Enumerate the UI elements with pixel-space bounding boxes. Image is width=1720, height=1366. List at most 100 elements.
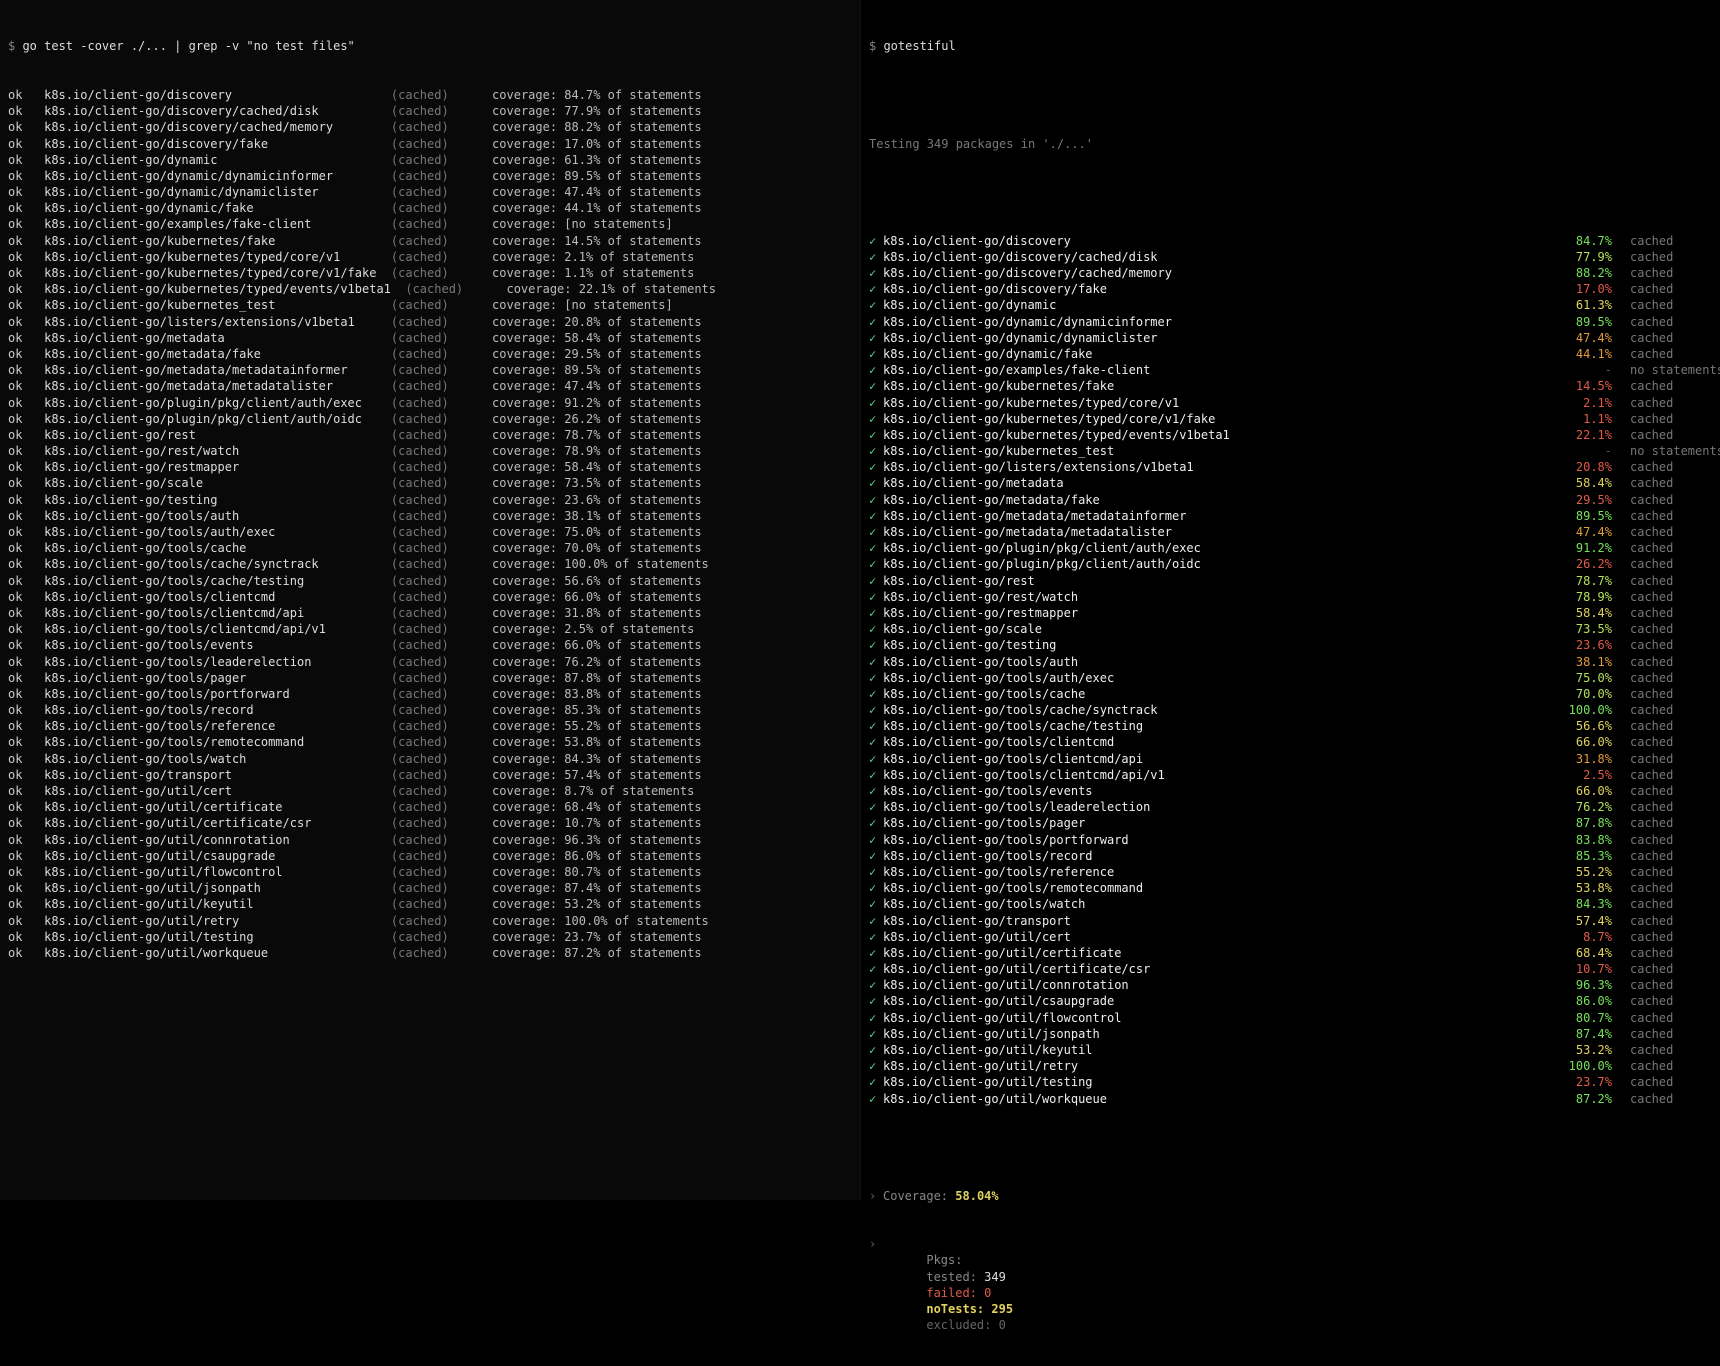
package-path: k8s.io/client-go/metadata/metadatalister: [44, 379, 376, 393]
package-path: k8s.io/client-go/metadata/metadatainform…: [44, 363, 376, 377]
package-path: k8s.io/client-go/metadata: [44, 331, 376, 345]
summary-coverage: › Coverage: 58.04%: [869, 1188, 1712, 1204]
coverage-text: coverage: 75.0% of statements: [492, 525, 702, 539]
package-path: k8s.io/client-go/scale: [44, 476, 376, 490]
summary-value: 349: [984, 1270, 1006, 1284]
package-path: k8s.io/client-go/tools/reference: [883, 864, 1557, 880]
test-result-row: ✓k8s.io/client-go/tools/pager87.8%cached: [869, 815, 1712, 831]
status-text: cached: [1612, 621, 1712, 637]
status-text: cached: [1612, 1042, 1712, 1058]
package-path: k8s.io/client-go/rest: [44, 428, 376, 442]
check-icon: ✓: [869, 702, 883, 718]
package-path: k8s.io/client-go/plugin/pkg/client/auth/…: [44, 396, 376, 410]
test-output-row: ok k8s.io/client-go/discovery (cached) c…: [8, 87, 852, 103]
test-result-row: ✓k8s.io/client-go/listers/extensions/v1b…: [869, 459, 1712, 475]
test-result-row: ✓k8s.io/client-go/util/csaupgrade86.0%ca…: [869, 993, 1712, 1009]
check-icon: ✓: [869, 1042, 883, 1058]
status-ok: ok: [8, 378, 44, 394]
cached-label: (cached): [376, 169, 492, 183]
coverage-text: coverage: 89.5% of statements: [492, 169, 702, 183]
coverage-text: coverage: 2.5% of statements: [492, 622, 694, 636]
coverage-percent: 8.7%: [1557, 929, 1612, 945]
status-text: cached: [1612, 832, 1712, 848]
package-path: k8s.io/client-go/util/csaupgrade: [883, 993, 1557, 1009]
test-result-row: ✓k8s.io/client-go/util/connrotation96.3%…: [869, 977, 1712, 993]
package-path: k8s.io/client-go/restmapper: [44, 460, 376, 474]
status-text: cached: [1612, 378, 1712, 394]
summary-label: noTests:: [926, 1302, 984, 1316]
status-text: cached: [1612, 686, 1712, 702]
cached-label: (cached): [376, 671, 492, 685]
test-output-row: ok k8s.io/client-go/util/testing (cached…: [8, 929, 852, 945]
coverage-text: coverage: [no statements]: [492, 298, 673, 312]
status-text: cached: [1612, 395, 1712, 411]
status-ok: ok: [8, 492, 44, 508]
status-ok: ok: [8, 783, 44, 799]
coverage-percent: 58.4%: [1557, 475, 1612, 491]
coverage-percent: 70.0%: [1557, 686, 1612, 702]
coverage-percent: 47.4%: [1557, 330, 1612, 346]
status-text: cached: [1612, 702, 1712, 718]
coverage-percent: 83.8%: [1557, 832, 1612, 848]
coverage-percent: 29.5%: [1557, 492, 1612, 508]
terminal-pane-left[interactable]: $ go test -cover ./... | grep -v "no tes…: [0, 0, 860, 1200]
test-result-row: ✓k8s.io/client-go/kubernetes/typed/event…: [869, 427, 1712, 443]
status-ok: ok: [8, 314, 44, 330]
package-path: k8s.io/client-go/listers/extensions/v1be…: [44, 315, 376, 329]
status-ok: ok: [8, 168, 44, 184]
check-icon: ✓: [869, 864, 883, 880]
status-text: cached: [1612, 556, 1712, 572]
package-path: k8s.io/client-go/util/cert: [44, 784, 376, 798]
test-output-row: ok k8s.io/client-go/util/csaupgrade (cac…: [8, 848, 852, 864]
status-ok: ok: [8, 913, 44, 929]
check-icon: ✓: [869, 815, 883, 831]
test-result-row: ✓k8s.io/client-go/metadata/metadataliste…: [869, 524, 1712, 540]
package-path: k8s.io/client-go/tools/pager: [44, 671, 376, 685]
test-output-row: ok k8s.io/client-go/kubernetes/typed/cor…: [8, 249, 852, 265]
coverage-percent: 88.2%: [1557, 265, 1612, 281]
package-path: k8s.io/client-go/dynamic/dynamicinformer: [883, 314, 1557, 330]
status-ok: ok: [8, 880, 44, 896]
coverage-percent: 57.4%: [1557, 913, 1612, 929]
status-ok: ok: [8, 475, 44, 491]
coverage-percent: 89.5%: [1557, 508, 1612, 524]
coverage-text: coverage: 56.6% of statements: [492, 574, 702, 588]
coverage-text: coverage: [no statements]: [492, 217, 673, 231]
coverage-percent: 89.5%: [1557, 314, 1612, 330]
check-icon: ✓: [869, 686, 883, 702]
coverage-text: coverage: 91.2% of statements: [492, 396, 702, 410]
package-path: k8s.io/client-go/discovery/fake: [44, 137, 376, 151]
status-text: cached: [1612, 297, 1712, 313]
cached-label: (cached): [391, 282, 507, 296]
status-ok: ok: [8, 200, 44, 216]
test-output-row: ok k8s.io/client-go/util/flowcontrol (ca…: [8, 864, 852, 880]
test-output-row: ok k8s.io/client-go/tools/portforward (c…: [8, 686, 852, 702]
coverage-text: coverage: 22.1% of statements: [506, 282, 716, 296]
status-ok: ok: [8, 459, 44, 475]
package-path: k8s.io/client-go/discovery/cached/disk: [883, 249, 1557, 265]
status-ok: ok: [8, 233, 44, 249]
package-path: k8s.io/client-go/util/certificate: [44, 800, 376, 814]
package-path: k8s.io/client-go/dynamic: [883, 297, 1557, 313]
cached-label: (cached): [376, 315, 492, 329]
cached-label: (cached): [376, 153, 492, 167]
coverage-percent: 77.9%: [1557, 249, 1612, 265]
cached-label: (cached): [376, 881, 492, 895]
status-text: cached: [1612, 475, 1712, 491]
package-path: k8s.io/client-go/util/workqueue: [883, 1091, 1557, 1107]
test-result-row: ✓k8s.io/client-go/examples/fake-client-n…: [869, 362, 1712, 378]
coverage-percent: 87.8%: [1557, 815, 1612, 831]
coverage-percent: 78.9%: [1557, 589, 1612, 605]
status-text: cached: [1612, 265, 1712, 281]
coverage-percent: -: [1557, 443, 1612, 459]
status-text: cached: [1612, 1026, 1712, 1042]
package-path: k8s.io/client-go/util/workqueue: [44, 946, 376, 960]
cached-label: (cached): [376, 735, 492, 749]
terminal-pane-right[interactable]: $ gotestiful Testing 349 packages in './…: [860, 0, 1720, 1200]
test-result-row: ✓k8s.io/client-go/kubernetes/fake14.5%ca…: [869, 378, 1712, 394]
coverage-text: coverage: 100.0% of statements: [492, 557, 709, 571]
caret-icon: ›: [869, 1236, 883, 1252]
coverage-text: coverage: 100.0% of statements: [492, 914, 709, 928]
package-path: k8s.io/client-go/scale: [883, 621, 1557, 637]
test-output-row: ok k8s.io/client-go/tools/clientcmd/api/…: [8, 621, 852, 637]
